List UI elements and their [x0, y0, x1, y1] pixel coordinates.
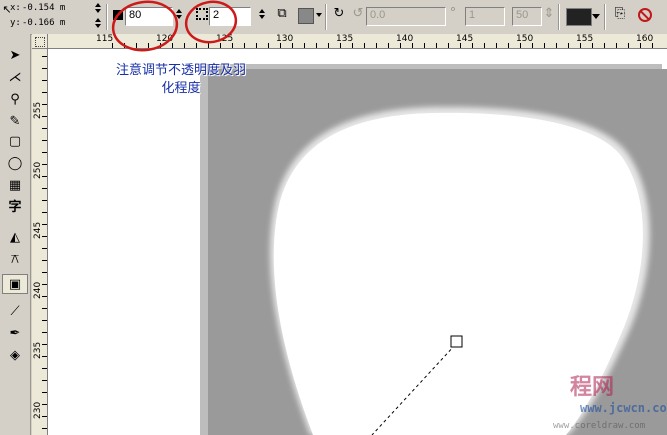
ruler-origin[interactable]	[32, 34, 48, 49]
ellipse-tool-icon[interactable]: ◯	[2, 154, 28, 174]
ruler-label: 245	[33, 221, 43, 239]
shadow-handle[interactable]	[450, 335, 463, 348]
feather-highlight-circle	[184, 0, 238, 44]
shape-tool-icon[interactable]: ⋌	[2, 68, 28, 88]
annotation-line-1: 注意调节不透明度及羽	[115, 63, 246, 78]
watermark-sub: www.coreldraw.com	[553, 421, 646, 431]
fill-tool-icon[interactable]: ◈	[2, 346, 28, 366]
eyedropper-tool-icon[interactable]: ⟋	[2, 302, 28, 322]
zoom-tool-icon[interactable]: ⚲	[2, 90, 28, 110]
ruler-label: 235	[33, 341, 43, 359]
page-shadow-edge	[200, 64, 662, 69]
ruler-label: 240	[33, 281, 43, 299]
drawing-canvas[interactable]: 注意调节不透明度及羽 化程度 程网 www.jcwcn.com www.core…	[48, 49, 667, 435]
blend-tool-icon[interactable]: ⚻	[2, 250, 28, 270]
ruler-label: 230	[33, 401, 43, 419]
annotation-line-2: 化程度	[161, 81, 201, 96]
annotation-text: 注意调节不透明度及羽 化程度	[96, 62, 266, 98]
outline-tool-icon[interactable]: ✒	[2, 324, 28, 344]
freehand-tool-icon[interactable]: ✎	[2, 112, 28, 132]
rectangle-tool-icon[interactable]: ▢	[2, 132, 28, 152]
opacity-highlight-circle	[111, 0, 179, 52]
ruler-label: 250	[33, 161, 43, 179]
vertical-ruler[interactable]: 255 250 245 240 235 230	[32, 48, 48, 435]
graph-paper-tool-icon[interactable]: ▦	[2, 176, 28, 196]
watermark-brand: 程网	[570, 375, 615, 400]
watermark-url: www.jcwcn.com	[580, 401, 667, 415]
interactive-fill-icon[interactable]: ◭	[2, 228, 28, 248]
toolbox: ➤ ⋌ ⚲ ✎ ▢ ◯ ▦ 字 ◭ ⚻ ▣ ⟋ ✒ ◈	[0, 34, 31, 435]
text-tool-icon[interactable]: 字	[2, 198, 28, 218]
annotation-overlay	[111, 0, 238, 52]
ruler-origin-icon	[35, 37, 45, 47]
ruler-label: 255	[33, 101, 43, 119]
page-shadow-edge	[200, 64, 208, 435]
shadow-tool-icon[interactable]: ▣	[2, 274, 28, 294]
